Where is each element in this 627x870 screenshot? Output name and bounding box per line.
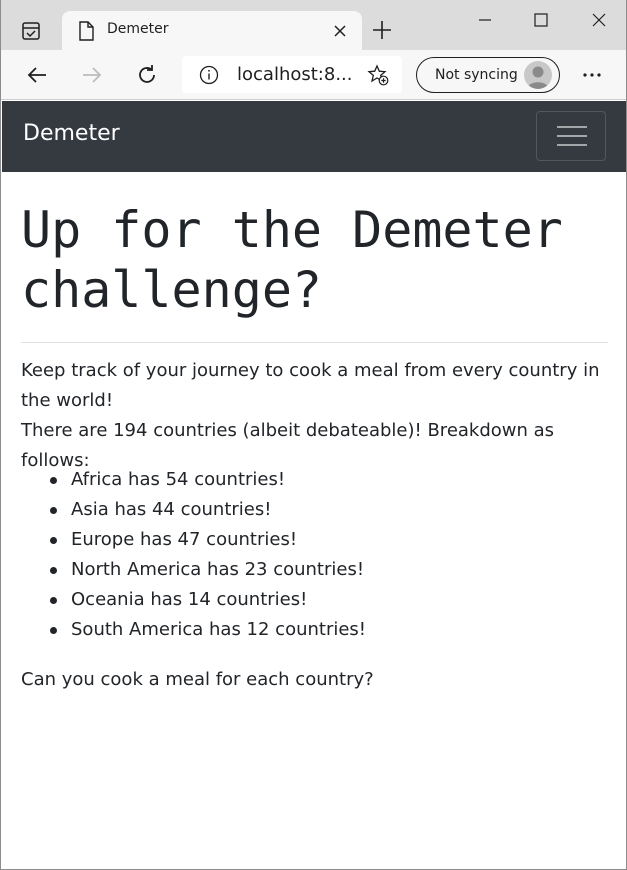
- plus-icon[interactable]: [371, 19, 393, 41]
- close-icon[interactable]: [330, 21, 350, 41]
- list-item: Oceania has 14 countries!: [21, 585, 611, 615]
- list-item: Africa has 54 countries!: [21, 465, 611, 495]
- tab-actions-icon[interactable]: [19, 19, 43, 43]
- continent-list: Africa has 54 countries! Asia has 44 cou…: [21, 465, 611, 645]
- list-item-text: North America has 23 countries!: [71, 559, 365, 580]
- list-item-text: Europe has 47 countries!: [71, 529, 298, 550]
- address-bar[interactable]: localhost:8...: [182, 56, 402, 93]
- menu-icon-bar: [557, 144, 587, 146]
- list-item: South America has 12 countries!: [21, 615, 611, 645]
- bullet: [50, 567, 57, 574]
- arrow-right-icon[interactable]: [80, 63, 104, 87]
- info-icon[interactable]: [198, 64, 220, 86]
- browser-toolbar: localhost:8... Not syncing: [1, 50, 626, 100]
- url-text: localhost:8...: [237, 64, 353, 85]
- sync-status-label: Not syncing: [435, 67, 518, 83]
- navbar-toggler-button[interactable]: [536, 111, 606, 161]
- refresh-icon[interactable]: [135, 63, 159, 87]
- list-item-text: Asia has 44 countries!: [71, 499, 272, 520]
- bullet: [50, 597, 57, 604]
- star-add-icon[interactable]: [366, 63, 390, 87]
- profile-sync-button[interactable]: Not syncing: [416, 57, 560, 93]
- more-icon[interactable]: [580, 63, 604, 87]
- window-close-icon[interactable]: [587, 8, 611, 32]
- site-navbar: Demeter: [2, 101, 626, 172]
- bullet: [50, 507, 57, 514]
- intro-line-1: Keep track of your journey to cook a mea…: [21, 360, 600, 411]
- bullet: [50, 627, 57, 634]
- browser-window: Demeter localhost:8... Not syncing Demet…: [0, 0, 627, 870]
- list-item-text: Africa has 54 countries!: [71, 469, 286, 490]
- minimize-icon[interactable]: [473, 8, 497, 32]
- intro-text: Keep track of your journey to cook a mea…: [21, 356, 613, 476]
- bullet: [50, 477, 57, 484]
- navbar-brand[interactable]: Demeter: [23, 121, 120, 146]
- active-tab[interactable]: Demeter: [62, 11, 362, 50]
- page-icon: [77, 21, 95, 41]
- list-item: Europe has 47 countries!: [21, 525, 611, 555]
- list-item-text: South America has 12 countries!: [71, 619, 367, 640]
- list-item: Asia has 44 countries!: [21, 495, 611, 525]
- tab-strip: Demeter: [1, 0, 626, 50]
- bullet: [50, 537, 57, 544]
- menu-icon: [557, 126, 587, 128]
- maximize-icon[interactable]: [529, 8, 553, 32]
- avatar: [524, 61, 552, 89]
- closing-question: Can you cook a meal for each country?: [21, 669, 374, 690]
- page-title: Up for the Demeter challenge?: [21, 201, 563, 319]
- divider: [21, 342, 608, 343]
- list-item: North America has 23 countries!: [21, 555, 611, 585]
- tab-title: Demeter: [107, 21, 169, 37]
- menu-icon-bar: [557, 135, 587, 137]
- arrow-left-icon[interactable]: [25, 63, 49, 87]
- list-item-text: Oceania has 14 countries!: [71, 589, 308, 610]
- intro-line-2: There are 194 countries (albeit debateab…: [21, 420, 555, 471]
